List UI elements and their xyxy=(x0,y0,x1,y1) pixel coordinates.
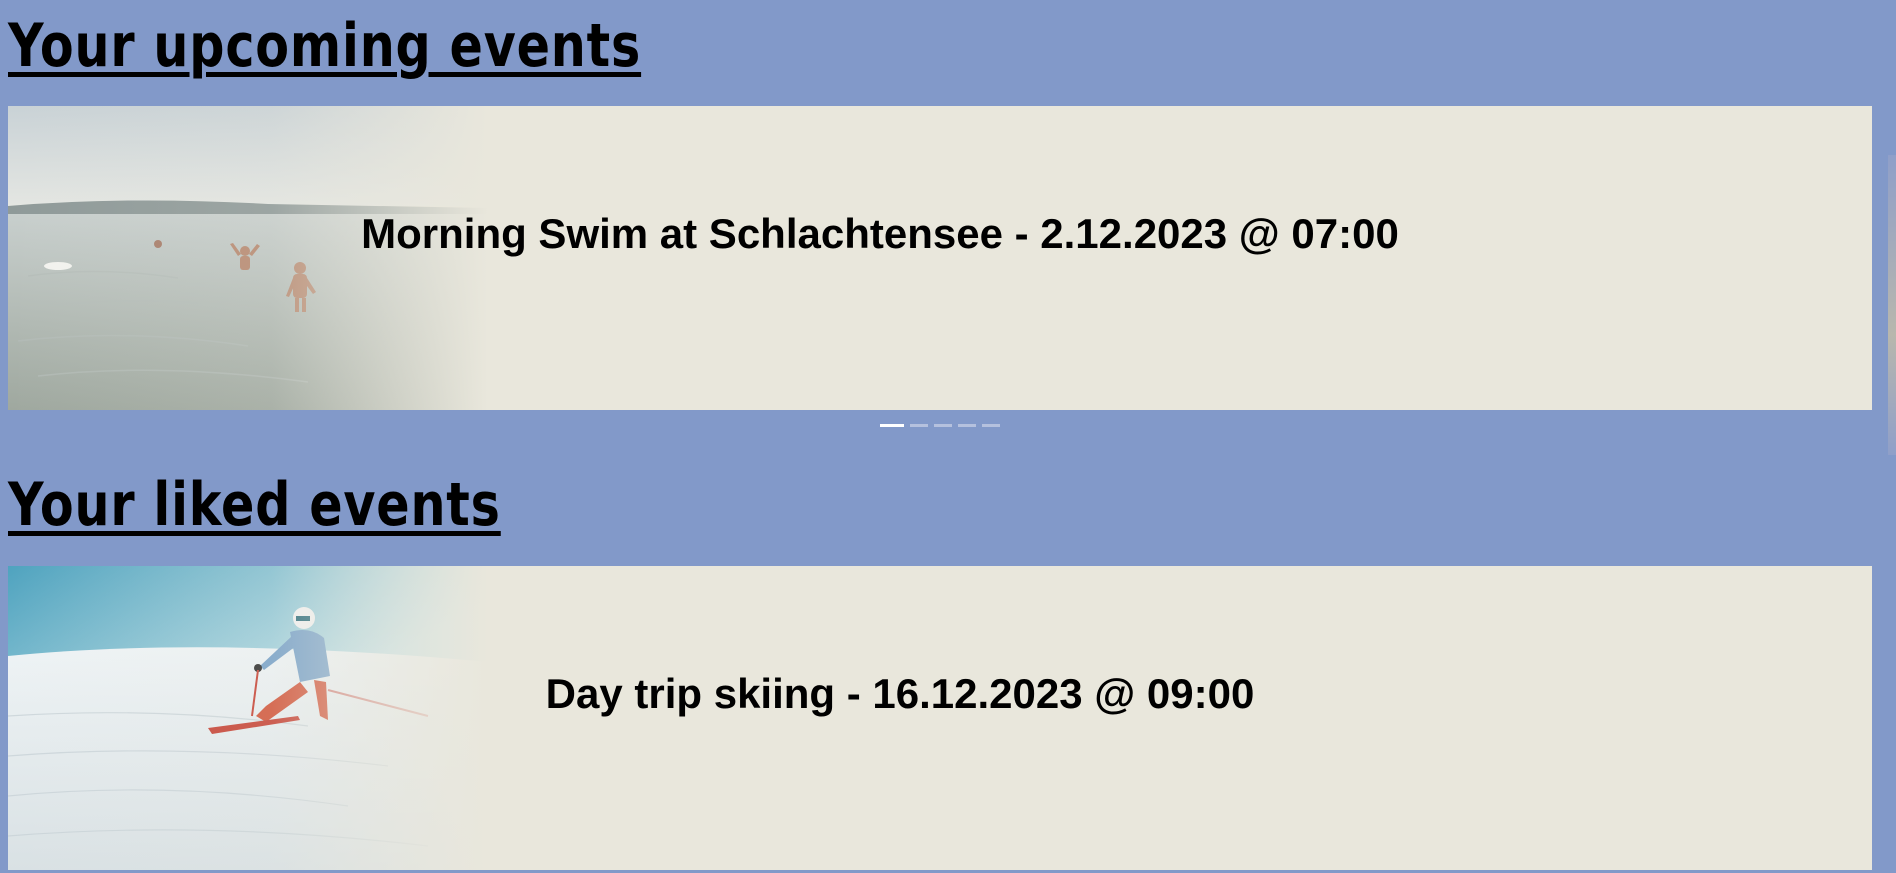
carousel-indicator-5[interactable] xyxy=(982,424,1000,427)
upcoming-events-carousel[interactable]: Morning Swim at Schlachtensee - 2.12.202… xyxy=(8,106,1872,410)
upcoming-events-heading: Your upcoming events xyxy=(8,11,642,81)
next-slide-peek[interactable] xyxy=(1888,155,1896,455)
carousel-indicator-2[interactable] xyxy=(910,424,928,427)
carousel-indicator-4[interactable] xyxy=(958,424,976,427)
upcoming-event-title[interactable]: Morning Swim at Schlachtensee - 2.12.202… xyxy=(8,210,1812,258)
liked-events-carousel[interactable]: Day trip skiing - 16.12.2023 @ 09:00 xyxy=(8,566,1872,870)
carousel-indicator-1[interactable] xyxy=(880,424,904,427)
liked-events-heading: Your liked events xyxy=(8,470,501,540)
carousel-indicator-3[interactable] xyxy=(934,424,952,427)
liked-event-title[interactable]: Day trip skiing - 16.12.2023 @ 09:00 xyxy=(8,670,1832,718)
carousel-indicators xyxy=(880,424,1000,427)
photo-fade-overlay xyxy=(8,106,488,410)
events-page: Your upcoming events Morning Swim at Sch… xyxy=(0,0,1896,873)
photo-fade-overlay xyxy=(8,566,488,870)
